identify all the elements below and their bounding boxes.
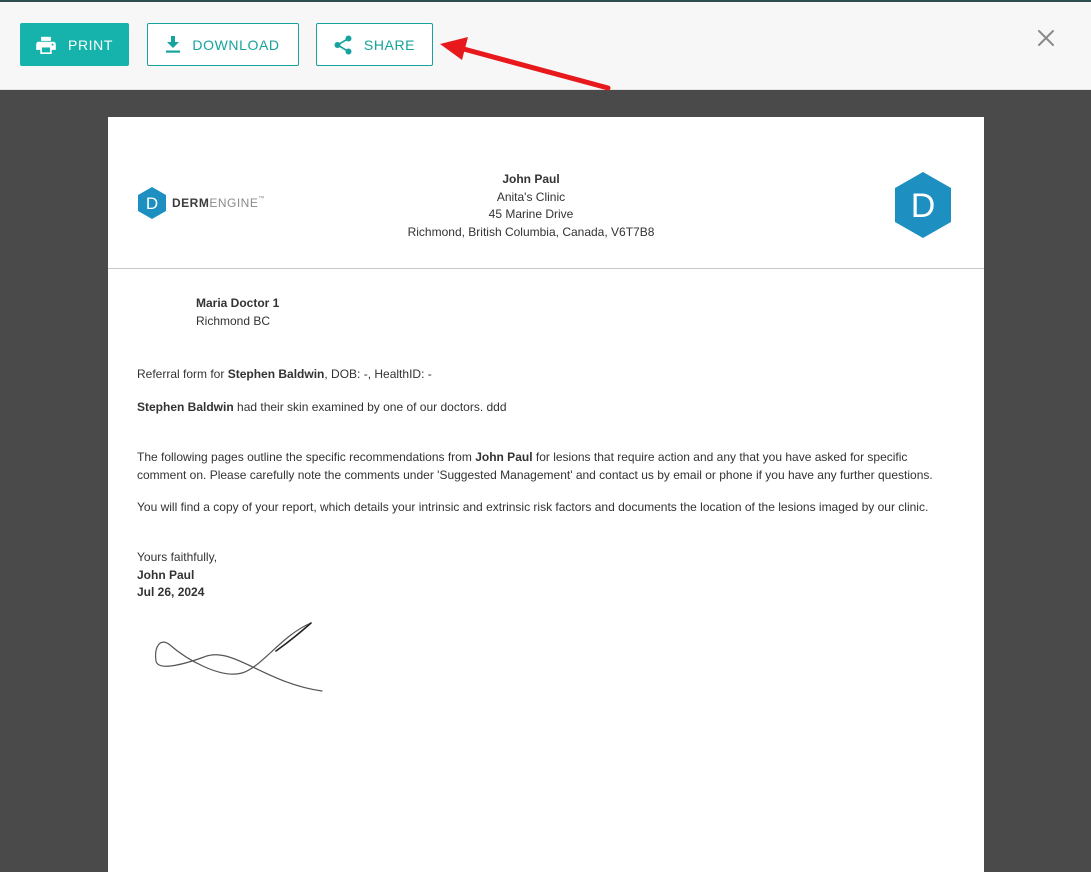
letterhead: D DERMENGINE™ John Paul Anita's Clinic 4… <box>108 117 984 269</box>
closing-name: John Paul <box>137 567 195 582</box>
logo-letter: D <box>146 194 158 213</box>
referral-patient: Stephen Baldwin <box>227 367 325 381</box>
report-note-paragraph: You will find a copy of your report, whi… <box>137 500 929 514</box>
share-label: SHARE <box>363 36 416 53</box>
exam-text: had their skin examined by one of our do… <box>233 400 507 414</box>
recommendations-paragraph: The following pages outline the specific… <box>137 449 957 484</box>
dermengine-hexagon-icon: D <box>138 187 166 219</box>
letter-document: D DERMENGINE™ John Paul Anita's Clinic 4… <box>108 117 984 872</box>
printer-icon <box>36 36 56 54</box>
referral-suffix: , DOB: -, HealthID: - <box>324 367 432 381</box>
exam-patient: Stephen Baldwin <box>137 400 234 414</box>
recipient-name: Maria Doctor 1 <box>196 296 280 310</box>
download-button[interactable]: DOWNLOAD <box>147 23 299 66</box>
referral-prefix: Referral form for <box>137 367 228 381</box>
sender-address: John Paul Anita's Clinic 45 Marine Drive… <box>358 171 704 241</box>
logo-word-light: ENGINE <box>209 196 259 210</box>
download-label: DOWNLOAD <box>192 36 280 53</box>
recommendations-before: The following pages outline the specific… <box>137 450 476 464</box>
sender-name: John Paul <box>502 172 560 186</box>
badge-letter: D <box>911 187 936 225</box>
trademark-mark: ™ <box>258 196 265 202</box>
red-arrow-icon <box>440 37 611 91</box>
dermengine-logo: D DERMENGINE™ <box>138 187 265 219</box>
logo-wordmark: DERMENGINE™ <box>172 196 265 210</box>
sender-city: Richmond, British Columbia, Canada, V6T7… <box>407 224 655 239</box>
close-button[interactable] <box>1034 26 1058 50</box>
dermengine-badge-icon: D <box>895 172 951 238</box>
exam-line: Stephen Baldwin had their skin examined … <box>137 399 957 417</box>
closing-block: Yours faithfully, John Paul Jul 26, 2024 <box>137 549 957 602</box>
toolbar: PRINT DOWNLOAD SHARE <box>0 0 1091 91</box>
closing-salutation: Yours faithfully, <box>137 550 218 564</box>
sender-street: 45 Marine Drive <box>488 207 574 221</box>
recommendations-doctor: John Paul <box>475 450 533 464</box>
referral-line: Referral form for Stephen Baldwin, DOB: … <box>137 366 957 384</box>
print-label: PRINT <box>68 36 113 53</box>
recipient-address: Maria Doctor 1 Richmond BC <box>196 295 279 330</box>
download-icon <box>166 36 181 53</box>
share-icon <box>334 35 352 54</box>
print-button[interactable]: PRINT <box>20 23 129 66</box>
share-button[interactable]: SHARE <box>316 23 433 66</box>
top-border <box>0 0 1091 2</box>
recipient-location: Richmond BC <box>196 313 271 328</box>
sender-clinic: Anita's Clinic <box>496 189 566 204</box>
closing-date: Jul 26, 2024 <box>137 585 205 599</box>
close-icon <box>1038 30 1054 46</box>
logo-word-bold: DERM <box>172 196 210 210</box>
handwritten-signature <box>155 622 323 692</box>
